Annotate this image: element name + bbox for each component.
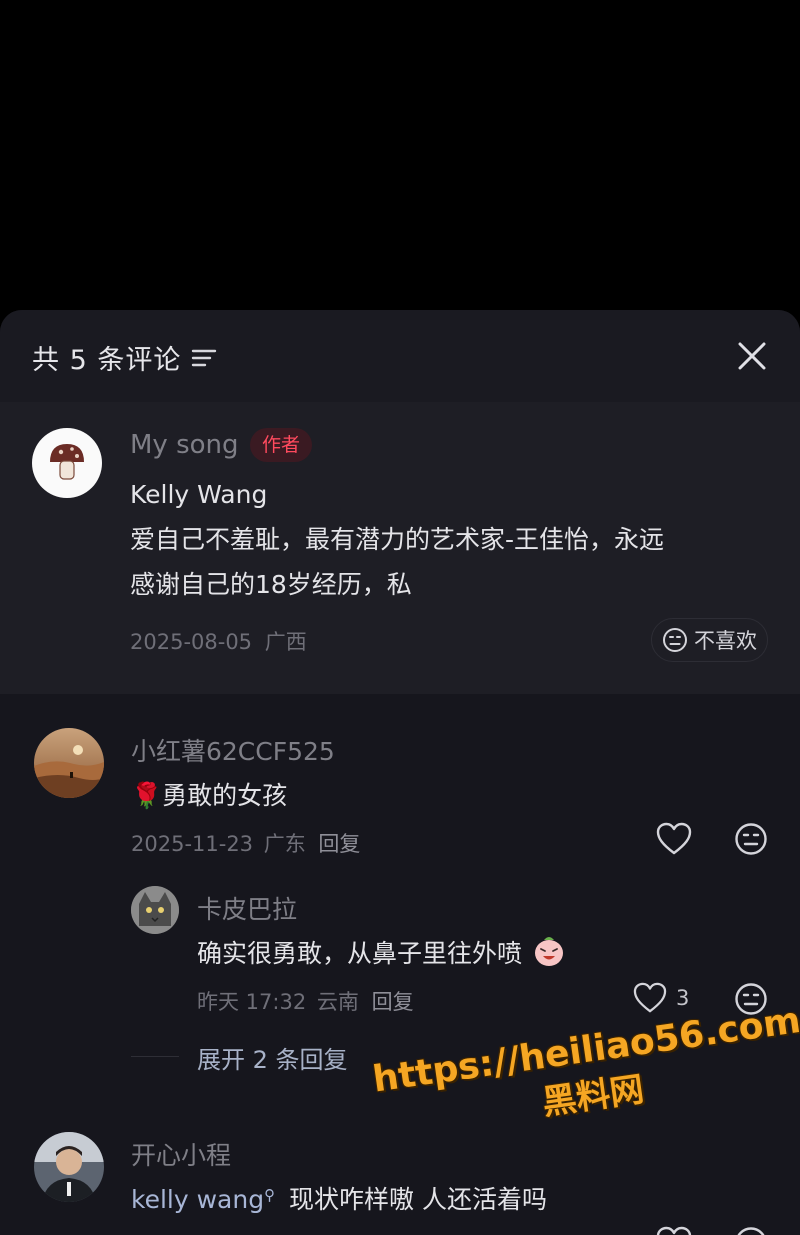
dislike-button[interactable]: 不喜欢 (651, 618, 768, 662)
comment-body: 现状咋样嗷 人还活着吗 (289, 1185, 547, 1214)
comment-date: 2025-08-05 (130, 630, 253, 654)
mushroom-avatar-icon (50, 444, 84, 480)
heart-icon[interactable] (656, 822, 692, 856)
dislike-face-icon[interactable] (734, 822, 768, 856)
sheet-header: 共 5 条评论 (0, 310, 800, 402)
commenter-name[interactable]: 小红薯62CCF525 (131, 732, 335, 768)
comment-text: 🌹勇敢的女孩 (131, 776, 287, 812)
avatar[interactable] (34, 1132, 104, 1202)
reply-button[interactable]: 回复 (318, 832, 360, 856)
heart-icon[interactable] (656, 1226, 692, 1235)
dislike-face-icon[interactable] (734, 1226, 768, 1235)
author-comment-text: Kelly Wang 爱自己不羞耻，最有潜力的艺术家-王佳怡，永远 感谢自己的1… (130, 472, 760, 607)
commenter-name[interactable]: 开心小程 (131, 1136, 231, 1172)
like-count: 3 (676, 986, 690, 1010)
avatar[interactable] (34, 728, 104, 798)
comment-count-label: 共 5 条评论 (32, 345, 182, 376)
reply-text: 确实很勇敢，从鼻子里往外喷 (197, 934, 566, 970)
dislike-face-icon (663, 628, 687, 652)
comment-count-title[interactable]: 共 5 条评论 (32, 338, 217, 377)
comment-line: Kelly Wang (130, 480, 268, 509)
desert-avatar-icon (34, 728, 104, 798)
comment-text: kelly wang⚲ 现状咋样嗷 人还活着吗 (131, 1180, 547, 1216)
dislike-label: 不喜欢 (694, 629, 757, 653)
reply-location: 云南 (316, 990, 359, 1014)
heart-icon[interactable] (633, 982, 667, 1014)
avatar[interactable] (131, 886, 179, 934)
comment-line: 爱自己不羞耻，最有潜力的艺术家-王佳怡，永远 (130, 525, 665, 554)
mention-link[interactable]: kelly wang (131, 1185, 264, 1214)
comment-line: 感谢自己的18岁经历，私 (130, 570, 412, 599)
screen: 共 5 条评论 My song 作者 Kelly Wang 爱自己不羞耻，最有潜… (0, 0, 800, 1235)
author-comment: My song 作者 Kelly Wang 爱自己不羞耻，最有潜力的艺术家-王佳… (0, 402, 800, 694)
person-avatar-icon (34, 1132, 104, 1202)
expand-replies-button[interactable]: 展开 2 条回复 (197, 1040, 348, 1075)
laughing-emoji-icon (534, 937, 563, 966)
comment-date: 2025-11-23 (131, 832, 254, 856)
search-icon: ⚲ (264, 1186, 276, 1204)
comment-meta: 2025-11-23 广东 回复 (131, 828, 360, 858)
close-icon[interactable] (736, 340, 768, 372)
reply-meta: 昨天 17:32 云南 回复 (197, 986, 414, 1016)
comment-body: 勇敢的女孩 (162, 781, 288, 810)
reply-button[interactable]: 回复 (372, 990, 414, 1014)
comment-location: 广东 (263, 832, 306, 856)
cat-avatar-icon (131, 886, 179, 934)
reply-body: 确实很勇敢，从鼻子里往外喷 (197, 939, 523, 968)
reply-author-name[interactable]: 卡皮巴拉 (197, 890, 297, 926)
filter-icon[interactable] (191, 347, 217, 369)
author-name[interactable]: My song (130, 430, 239, 460)
avatar[interactable] (32, 428, 102, 498)
reply-time: 昨天 17:32 (197, 990, 307, 1014)
comment-location: 广西 (264, 630, 307, 654)
expand-divider (131, 1056, 179, 1057)
author-badge: 作者 (250, 428, 313, 462)
author-comment-meta: 2025-08-05 广西 (130, 626, 307, 656)
rose-emoji: 🌹 (131, 781, 163, 810)
